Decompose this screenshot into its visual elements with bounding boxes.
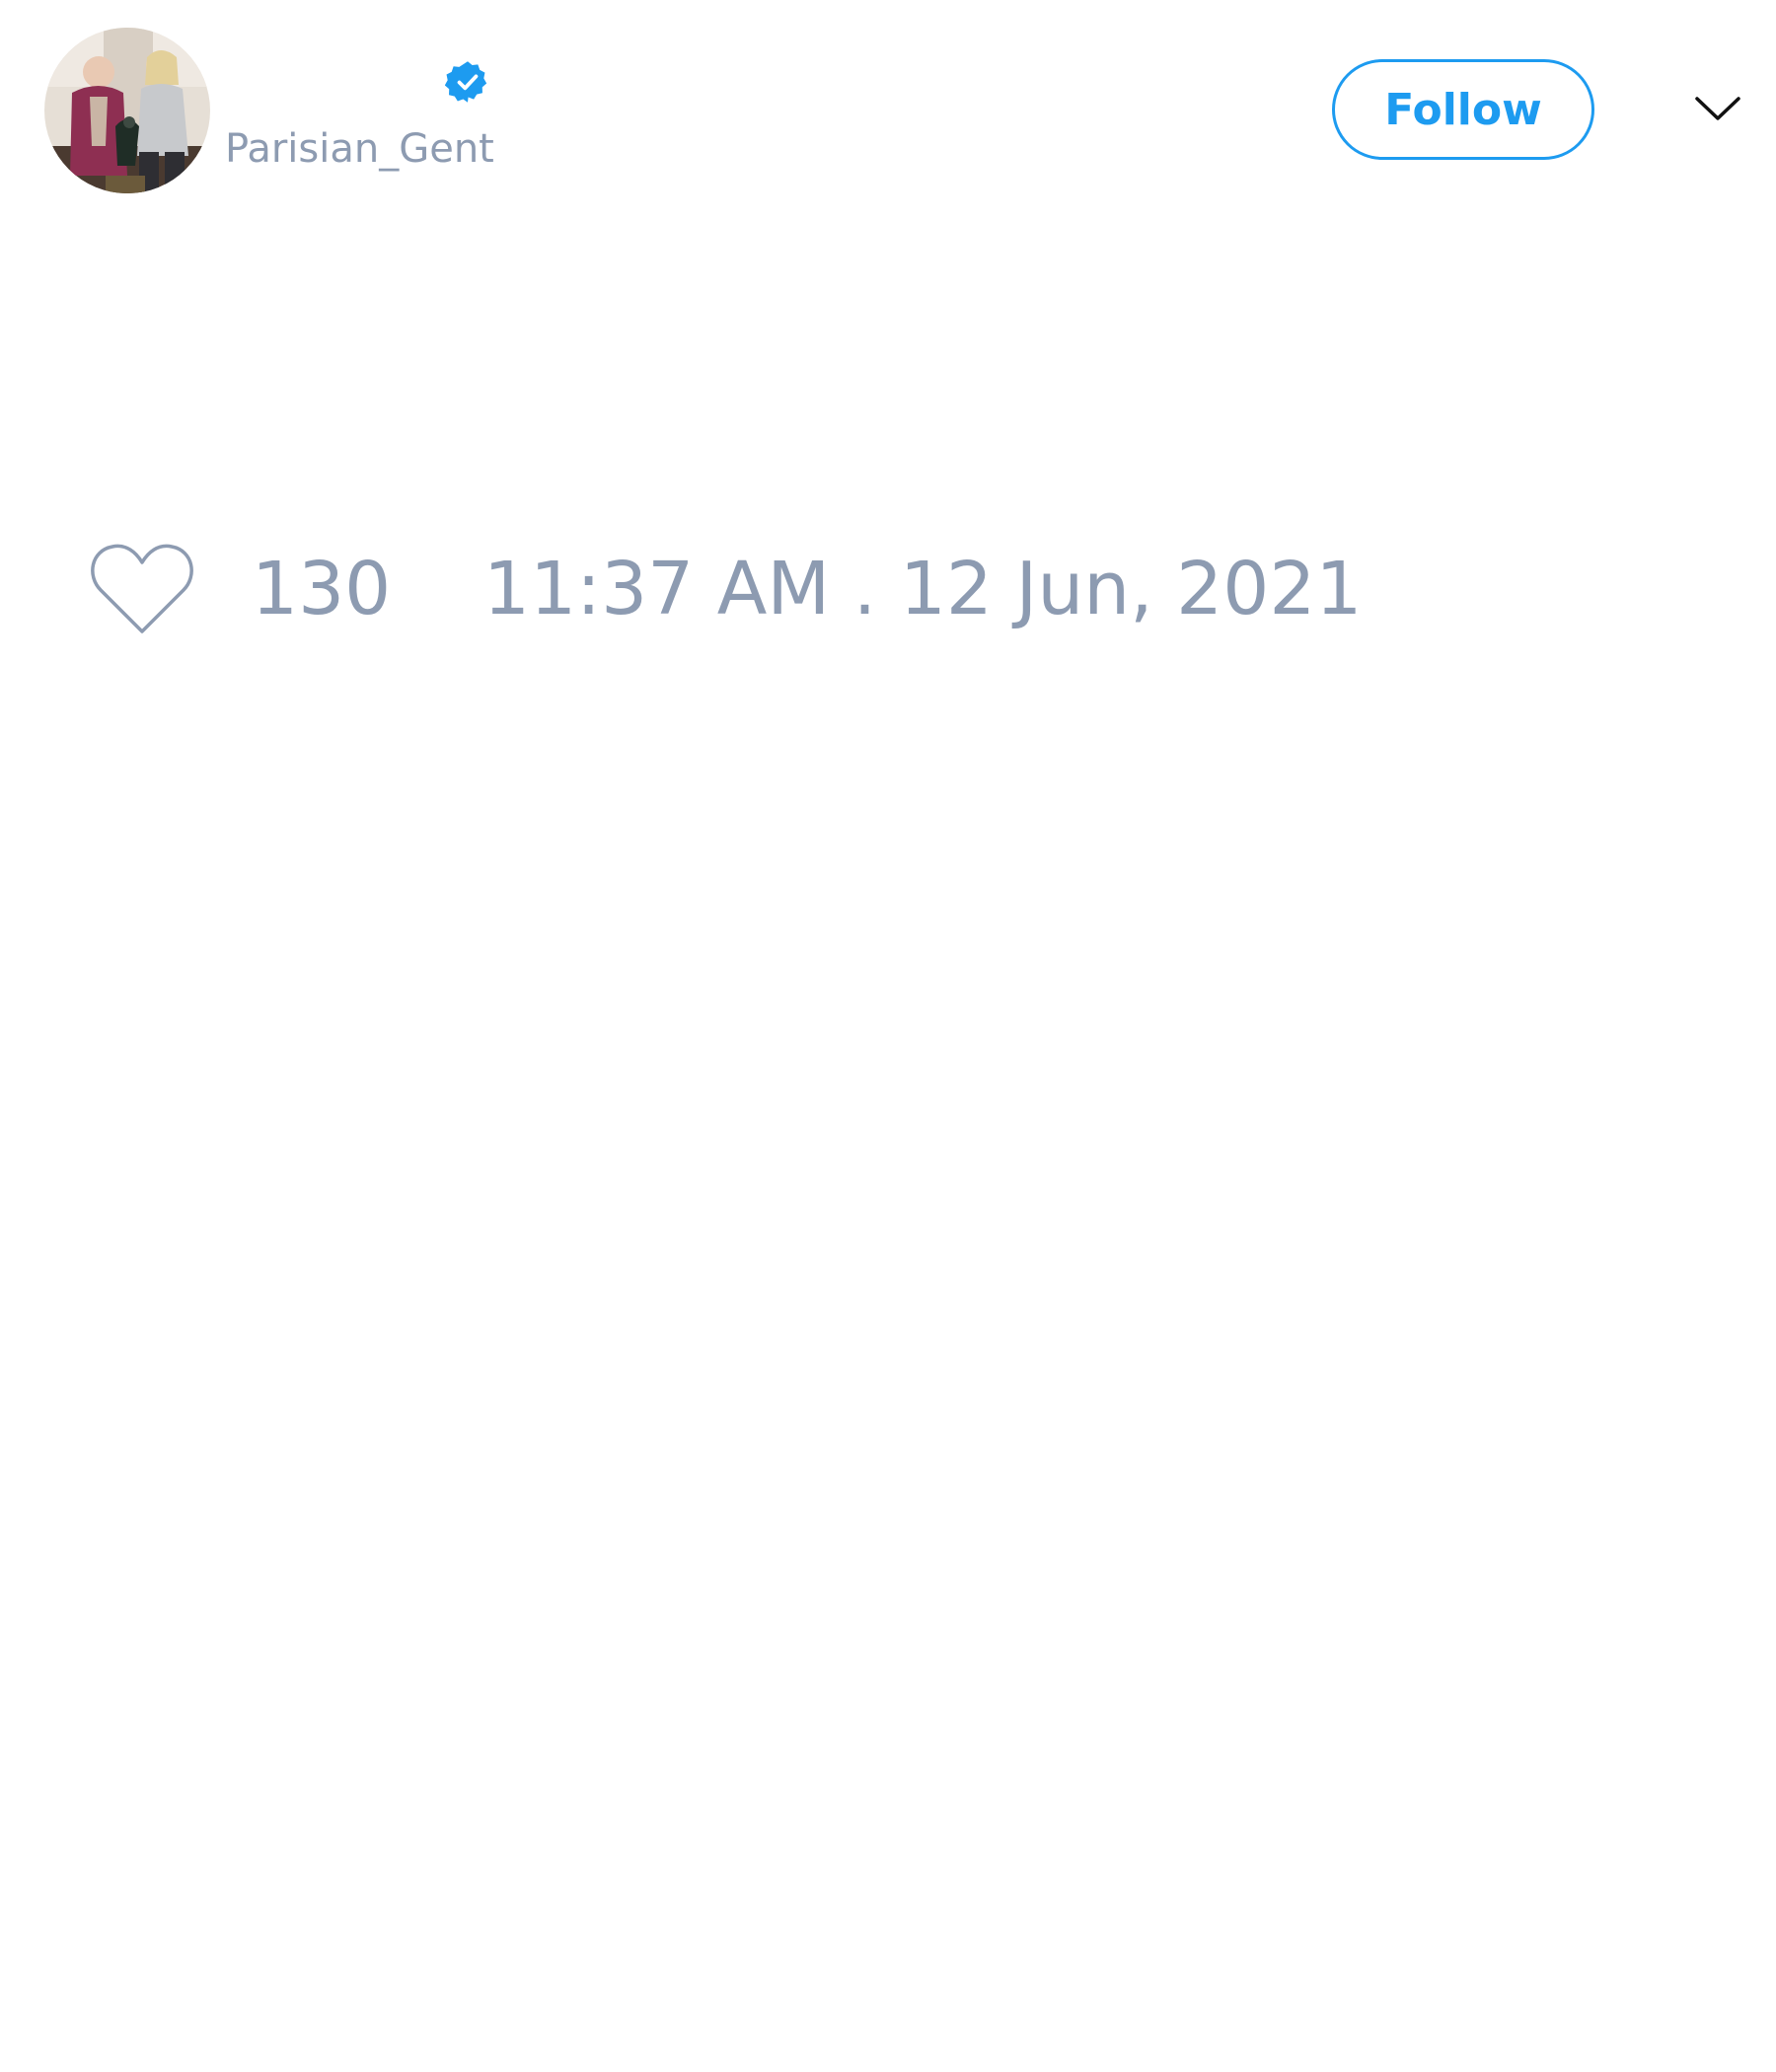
verified-badge-icon [445, 61, 487, 103]
avatar-image [44, 28, 210, 193]
like-count: 130 [252, 547, 392, 631]
avatar[interactable] [44, 28, 210, 193]
chevron-down-icon[interactable] [1693, 91, 1742, 124]
author-handle[interactable]: Parisian_Gent [225, 126, 494, 172]
tweet-timestamp[interactable]: 11:37 AM . 12 Jun, 2021 [483, 546, 1363, 632]
follow-button[interactable]: Follow [1332, 59, 1594, 160]
heart-outline-icon[interactable] [89, 541, 195, 637]
